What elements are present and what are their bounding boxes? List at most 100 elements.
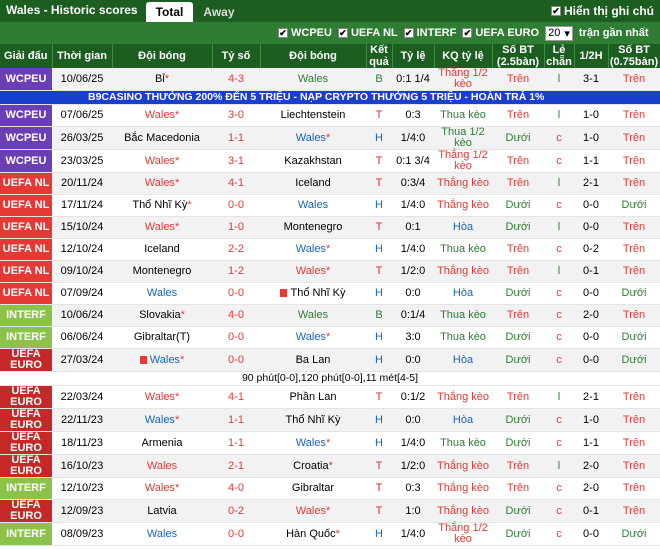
competition-badge[interactable]: INTERF (0, 522, 52, 546)
away-team[interactable]: Hàn Quốc* (260, 522, 366, 546)
score[interactable]: 3-1 (212, 149, 260, 173)
home-team[interactable]: Wales* (112, 385, 212, 409)
filter-uefa-nl[interactable]: ✔ UEFA NL (337, 27, 398, 39)
competition-badge[interactable]: WCPEU (0, 149, 52, 173)
competition-badge[interactable]: UEFA EURO (0, 408, 52, 432)
score[interactable]: 4-1 (212, 172, 260, 195)
home-team[interactable]: Bắc Macedonia (112, 126, 212, 150)
score[interactable]: 4-0 (212, 304, 260, 327)
away-team[interactable]: Wales* (260, 260, 366, 283)
away-team[interactable]: Ba Lan (260, 348, 366, 372)
table-row[interactable]: INTERF 10/06/24 Slovakia* 4-0 Wales B 0:1/4 Thu… (0, 304, 660, 327)
match-count-select[interactable]: 20 ▾ (545, 25, 573, 41)
home-team[interactable]: Wales (112, 282, 212, 305)
table-row[interactable]: UEFA NL 09/10/24 Montenegro 1-2 Wales* T 1/2:0… (0, 260, 660, 283)
filter-uefa-euro[interactable]: ✔ UEFA EURO (462, 27, 539, 39)
score[interactable]: 0-0 (212, 282, 260, 305)
tab-away[interactable]: Away (193, 2, 244, 22)
competition-badge[interactable]: UEFA NL (0, 238, 52, 261)
competition-badge[interactable]: INTERF (0, 477, 52, 500)
away-team[interactable]: Croatia* (260, 454, 366, 478)
score[interactable]: 4-3 (212, 68, 260, 91)
competition-badge[interactable]: UEFA NL (0, 260, 52, 283)
table-row[interactable]: INTERF 12/10/23 Wales* 4-0 Gibraltar T 0:3 Thắn… (0, 477, 660, 500)
score[interactable]: 1-2 (212, 260, 260, 283)
table-row[interactable]: INTERF 08/09/23 Wales 0-0 Hàn Quốc* H 1/4:0 Thắ… (0, 522, 660, 546)
away-team[interactable]: Wales* (260, 431, 366, 455)
competition-badge[interactable]: UEFA EURO (0, 348, 52, 372)
home-team[interactable]: Wales (112, 522, 212, 546)
show-notes-toggle[interactable]: ✔ Hiển thị ghi chú (551, 4, 654, 18)
home-team[interactable]: Wales* (112, 104, 212, 127)
away-team[interactable]: Liechtenstein (260, 104, 366, 127)
table-row[interactable]: UEFA NL 20/11/24 Wales* 4-1 Iceland T 0:3/4 Thắ… (0, 172, 660, 195)
home-team[interactable]: Wales* (112, 408, 212, 432)
away-team[interactable]: Wales (260, 68, 366, 91)
score[interactable]: 0-0 (212, 522, 260, 546)
score[interactable]: 1-1 (212, 431, 260, 455)
filter-wcpeu[interactable]: ✔ WCPEU (278, 27, 332, 39)
score[interactable]: 3-0 (212, 104, 260, 127)
ad-banner-row[interactable]: B9CASINO THƯỞNG 200% ĐẾN 5 TRIỆU - NẠP C… (0, 90, 660, 105)
table-row[interactable]: INTERF 06/06/24 Gibraltar(T) 0-0 Wales* H 3:0 T… (0, 326, 660, 349)
away-team[interactable]: Iceland (260, 172, 366, 195)
table-row[interactable]: UEFA EURO 18/11/23 Armenia 1-1 Wales* H 1/4:0 T… (0, 431, 660, 455)
score[interactable]: 0-2 (212, 499, 260, 523)
competition-badge[interactable]: INTERF (0, 326, 52, 349)
score[interactable]: 0-0 (212, 326, 260, 349)
home-team[interactable]: Montenegro (112, 260, 212, 283)
competition-badge[interactable]: UEFA NL (0, 194, 52, 217)
table-row[interactable]: WCPEU 10/06/25 Bỉ* 4-3 Wales B 0:1 1/4 Thắng 1/… (0, 68, 660, 91)
home-team[interactable]: Thổ Nhĩ Kỳ* (112, 194, 212, 217)
away-team[interactable]: Thổ Nhĩ Kỳ (260, 282, 366, 305)
table-row[interactable]: UEFA EURO 12/09/23 Latvia 0-2 Wales* T 1:0 Thắn… (0, 499, 660, 523)
away-team[interactable]: Wales* (260, 238, 366, 261)
score[interactable]: 1-1 (212, 408, 260, 432)
table-row[interactable]: UEFA NL 12/10/24 Iceland 2-2 Wales* H 1/4:0 Thu… (0, 238, 660, 261)
competition-badge[interactable]: WCPEU (0, 104, 52, 127)
table-row[interactable]: UEFA EURO 27/03/24 Wales* 0-0 Ba Lan H 0:0 Hòa D… (0, 348, 660, 372)
home-team[interactable]: Wales* (112, 348, 212, 372)
away-team[interactable]: Gibraltar (260, 477, 366, 500)
checkbox-icon[interactable]: ✔ (278, 28, 288, 38)
home-team[interactable]: Slovakia* (112, 304, 212, 327)
score[interactable]: 0-0 (212, 348, 260, 372)
checkbox-icon[interactable]: ✔ (337, 28, 348, 38)
home-team[interactable]: Gibraltar(T) (112, 326, 212, 349)
away-team[interactable]: Wales* (260, 326, 366, 349)
home-team[interactable]: Bỉ* (112, 68, 212, 91)
home-team[interactable]: Iceland (112, 238, 212, 261)
competition-badge[interactable]: UEFA NL (0, 282, 52, 305)
away-team[interactable]: Wales* (260, 499, 366, 523)
home-team[interactable]: Latvia (112, 499, 212, 523)
table-row[interactable]: UEFA EURO 22/11/23 Wales* 1-1 Thổ Nhĩ Kỳ H 0:0… (0, 408, 660, 432)
competition-badge[interactable]: UEFA EURO (0, 385, 52, 409)
home-team[interactable]: Wales* (112, 216, 212, 239)
home-team[interactable]: Wales (112, 454, 212, 478)
away-team[interactable]: Thổ Nhĩ Kỳ (260, 408, 366, 432)
competition-badge[interactable]: UEFA EURO (0, 454, 52, 478)
table-row[interactable]: WCPEU 07/06/25 Wales* 3-0 Liechtenstein T 0:3 T… (0, 104, 660, 127)
score[interactable]: 1-0 (212, 216, 260, 239)
competition-badge[interactable]: UEFA EURO (0, 431, 52, 455)
table-row[interactable]: UEFA NL 15/10/24 Wales* 1-0 Montenegro T 0:1 Hò… (0, 216, 660, 239)
competition-badge[interactable]: INTERF (0, 304, 52, 327)
competition-badge[interactable]: UEFA NL (0, 216, 52, 239)
checkbox-icon[interactable]: ✔ (403, 28, 414, 38)
score[interactable]: 0-0 (212, 194, 260, 217)
checkbox-icon[interactable]: ✔ (462, 28, 473, 38)
table-row[interactable]: UEFA EURO 16/10/23 Wales 2-1 Croatia* T 1/2:0 T… (0, 454, 660, 478)
table-row[interactable]: UEFA EURO 22/03/24 Wales* 4-1 Phần Lan T 0:1/2… (0, 385, 660, 409)
away-team[interactable]: Phần Lan (260, 385, 366, 409)
table-row[interactable]: UEFA NL 07/09/24 Wales 0-0 Thổ Nhĩ Kỳ H 0:0 Hòa… (0, 282, 660, 305)
away-team[interactable]: Wales (260, 194, 366, 217)
score[interactable]: 2-2 (212, 238, 260, 261)
score[interactable]: 1-1 (212, 126, 260, 150)
away-team[interactable]: Wales* (260, 126, 366, 150)
away-team[interactable]: Montenegro (260, 216, 366, 239)
tab-total[interactable]: Total (145, 2, 194, 22)
away-team[interactable]: Wales (260, 304, 366, 327)
away-team[interactable]: Kazakhstan (260, 149, 366, 173)
competition-badge[interactable]: UEFA EURO (0, 499, 52, 523)
competition-badge[interactable]: WCPEU (0, 68, 52, 91)
